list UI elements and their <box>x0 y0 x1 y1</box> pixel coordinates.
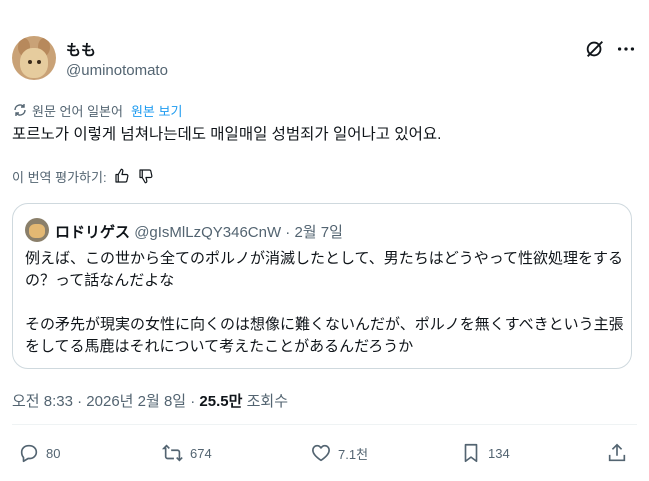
like-count: 7.1천 <box>338 446 369 462</box>
rate-translation-label: 이 번역 평가하기: <box>12 169 107 185</box>
retweet-count: 674 <box>190 445 212 461</box>
thumbs-up-icon[interactable] <box>113 167 131 185</box>
heart-icon <box>312 444 330 462</box>
quoted-author-name: ロドリゲス <box>55 224 131 241</box>
tweet-timestamp: 오전 8:33 · 2026년 2월 8일 · 25.5만 조회수 <box>12 390 288 411</box>
author-handle[interactable]: @uminotomato <box>66 62 168 79</box>
tweet-text: 포르노가 이렇게 넘쳐나는데도 매일매일 성범죄가 일어나고 있어요. <box>12 126 442 143</box>
grok-icon[interactable] <box>584 38 606 60</box>
divider <box>12 424 637 425</box>
translation-notice-text: 원문 언어 일본어 <box>32 103 123 119</box>
avatar-eye-right <box>37 60 41 64</box>
avatar-face <box>20 48 48 78</box>
view-count: 25.5만 <box>199 393 243 410</box>
thumbs-down-icon[interactable] <box>137 167 155 185</box>
action-bar: 80 674 7.1천 134 <box>12 440 637 466</box>
quoted-author-avatar <box>25 218 49 242</box>
tweet-datetime[interactable]: 오전 8:33 · 2026년 2월 8일 · <box>12 393 199 410</box>
quoted-tweet[interactable]: ロドリゲス @gIsMlLzQY346CnW · 2월 7일 例えば、この世から… <box>12 203 632 369</box>
bookmark-button[interactable]: 134 <box>460 440 510 466</box>
quoted-paragraph-2: その矛先が現実の女性に向くのは想像に難くないんだが、ポルノを無くすべきという主張… <box>25 316 624 355</box>
retweet-icon <box>162 444 183 462</box>
quoted-avatar-figure <box>29 224 45 238</box>
share-button[interactable] <box>606 440 628 466</box>
tweet-header: もも @uminotomato <box>12 36 637 84</box>
avatar-eye-left <box>28 60 32 64</box>
translation-notice: 원문 언어 일본어 원본 보기 <box>12 100 182 120</box>
reply-button[interactable]: 80 <box>18 440 60 466</box>
share-icon <box>608 443 626 462</box>
more-options-icon[interactable] <box>615 38 637 60</box>
like-button[interactable]: 7.1천 <box>310 440 368 466</box>
quoted-author-handle-date: @gIsMlLzQY346CnW · 2월 7일 <box>134 224 343 241</box>
reply-count: 80 <box>46 445 61 461</box>
author-display-name[interactable]: もも <box>66 39 96 60</box>
rate-translation-row: 이 번역 평가하기: <box>12 165 155 187</box>
bookmark-icon <box>464 443 478 463</box>
show-original-link[interactable]: 원본 보기 <box>131 101 182 120</box>
bookmark-count: 134 <box>488 445 510 461</box>
quoted-tweet-text: 例えば、この世から全てのポルノが消滅したとして、男たちはどうやって性欲処理をする… <box>25 248 625 358</box>
author-avatar[interactable] <box>12 36 56 80</box>
translate-icon <box>14 104 26 116</box>
quoted-paragraph-1: 例えば、この世から全てのポルノが消滅したとして、男たちはどうやって性欲処理をする… <box>25 250 624 289</box>
view-count-label: 조회수 <box>242 393 288 410</box>
quoted-tweet-header: ロドリゲス @gIsMlLzQY346CnW · 2월 7일 <box>55 221 343 242</box>
reply-icon <box>20 444 38 463</box>
retweet-button[interactable]: 674 <box>162 440 212 466</box>
